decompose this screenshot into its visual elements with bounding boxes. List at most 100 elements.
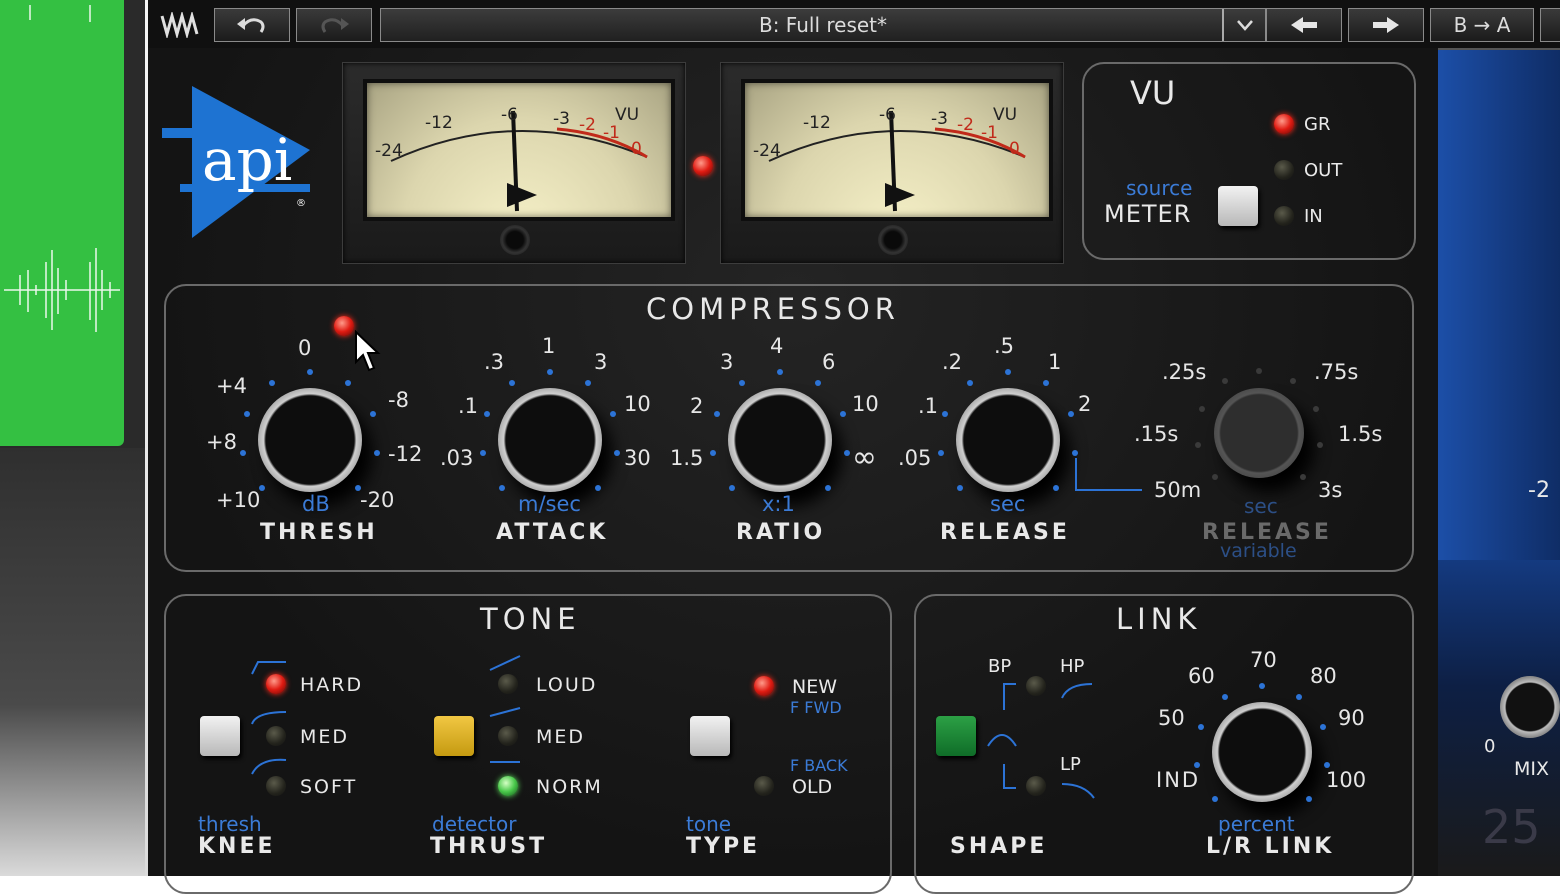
variable-release-knob[interactable] <box>1214 388 1304 478</box>
release-knob[interactable] <box>956 388 1060 492</box>
thrust-curve-icons <box>489 655 521 763</box>
lr-link-scale: 100 <box>1326 768 1367 792</box>
shape-bp-label: BP <box>988 656 1012 677</box>
scale-dot <box>1212 473 1219 480</box>
meter-scale-label: 0 <box>1009 139 1020 159</box>
lr-link-scale: IND <box>1156 768 1201 792</box>
ratio-scale: 1.5 <box>670 446 704 470</box>
ab-compare-button[interactable]: B → A <box>1430 8 1534 42</box>
api-logo-icon: api ® <box>162 86 310 238</box>
thrust-top-label: detector <box>432 812 517 836</box>
tone-title: TONE <box>480 602 581 636</box>
release-scale: .2 <box>942 350 963 374</box>
attack-scale: .03 <box>440 446 474 470</box>
variable-release-scale: .75s <box>1314 360 1359 384</box>
redo-button[interactable] <box>296 8 372 42</box>
meter-scale-label: -6 <box>501 105 518 125</box>
svg-text:®: ® <box>296 198 306 209</box>
ratio-knob[interactable] <box>728 388 832 492</box>
meter-calibration-screw[interactable] <box>878 225 908 255</box>
scale-dot <box>1305 795 1312 802</box>
scale-dot <box>1198 406 1205 413</box>
scale-dot <box>1295 694 1302 701</box>
undo-icon <box>237 18 265 33</box>
vu-meter-right: -24 -12 -6 -3 -2 -1 0 VU <box>720 62 1064 264</box>
compressor-title: COMPRESSOR <box>646 292 900 326</box>
scale-dot <box>498 485 505 492</box>
undo-button[interactable] <box>214 8 290 42</box>
previous-preset-button[interactable] <box>1266 8 1342 42</box>
variable-release-sublabel: variable <box>1220 540 1297 562</box>
mix-zero-label: 0 <box>1484 736 1496 757</box>
meter-scale-label: -2 <box>957 115 974 135</box>
thresh-label: THRESH <box>260 520 378 545</box>
thrust-select-button[interactable] <box>434 716 474 756</box>
source-label: source <box>1126 176 1193 200</box>
knee-soft-led <box>266 776 286 796</box>
mix-knob[interactable] <box>1500 676 1560 738</box>
type-new-sublabel: F FWD <box>790 698 842 717</box>
gr-label: GR <box>1304 114 1331 135</box>
side-scale-fragment: -2 <box>1528 478 1550 503</box>
preset-dropdown-button[interactable] <box>1222 9 1266 41</box>
attack-knob[interactable] <box>498 388 602 492</box>
attack-scale: 1 <box>542 334 556 358</box>
lr-link-scale: 60 <box>1188 664 1215 688</box>
knee-top-label: thresh <box>198 812 262 836</box>
svg-text:api: api <box>202 126 292 194</box>
meter-scale-label: VU <box>615 105 640 125</box>
meter-scale-label: -2 <box>579 115 596 135</box>
mix-label: MIX <box>1514 758 1550 780</box>
ratio-scale: 6 <box>822 350 836 374</box>
scale-dot <box>547 369 553 375</box>
threshold-knob[interactable] <box>258 388 362 492</box>
thrust-norm-label: NORM <box>536 776 603 798</box>
lr-link-scale: 80 <box>1310 664 1337 688</box>
type-old-label: OLD <box>792 776 833 798</box>
scale-dot <box>307 369 313 375</box>
scale-dot <box>1067 410 1074 417</box>
vu-meter-face-left: -24 -12 -6 -3 -2 -1 0 VU <box>363 79 675 221</box>
scale-dot <box>1319 723 1326 730</box>
type-old-sublabel: F BACK <box>790 756 848 775</box>
scale-dot <box>1256 368 1262 374</box>
shape-select-button[interactable] <box>936 716 976 756</box>
type-select-button[interactable] <box>690 716 730 756</box>
ratio-scale: 2 <box>690 394 704 418</box>
thresh-scale: +10 <box>216 488 261 512</box>
save-button-edge[interactable] <box>1540 8 1560 42</box>
ratio-scale: 4 <box>770 334 784 358</box>
preset-name: B: Full reset* <box>758 13 888 37</box>
attack-label: ATTACK <box>496 520 609 545</box>
attack-scale: .1 <box>458 394 479 418</box>
knee-label: KNEE <box>198 834 276 859</box>
scale-dot <box>1299 473 1306 480</box>
audio-clip[interactable] <box>0 0 124 446</box>
out-led <box>1274 160 1294 180</box>
meter-scale-label: VU <box>993 105 1018 125</box>
ratio-scale: 3 <box>720 350 734 374</box>
lr-link-knob[interactable] <box>1212 702 1312 802</box>
scale-dot <box>1212 795 1219 802</box>
scale-dot <box>956 485 963 492</box>
knee-select-button[interactable] <box>200 716 240 756</box>
next-preset-button[interactable] <box>1348 8 1424 42</box>
out-label: OUT <box>1304 160 1343 181</box>
meter-calibration-screw[interactable] <box>500 225 530 255</box>
type-old-led <box>754 776 774 796</box>
variable-release-scale: 1.5s <box>1338 422 1383 446</box>
vu-title: VU <box>1130 74 1176 112</box>
attack-unit: m/sec <box>518 492 581 516</box>
variable-release-scale: .25s <box>1162 360 1207 384</box>
scale-dot <box>1198 723 1205 730</box>
scale-dot <box>1323 761 1330 768</box>
thresh-scale: -8 <box>388 388 409 412</box>
scale-dot <box>777 369 783 375</box>
lr-link-label: L/R LINK <box>1206 834 1335 859</box>
meter-source-button[interactable] <box>1218 186 1258 226</box>
lr-link-scale: 70 <box>1250 648 1277 672</box>
waves-logo-icon[interactable] <box>152 8 208 42</box>
mouse-cursor-icon <box>355 330 381 372</box>
track-lane-lower <box>0 448 145 876</box>
preset-name-field[interactable]: B: Full reset* <box>380 8 1266 42</box>
